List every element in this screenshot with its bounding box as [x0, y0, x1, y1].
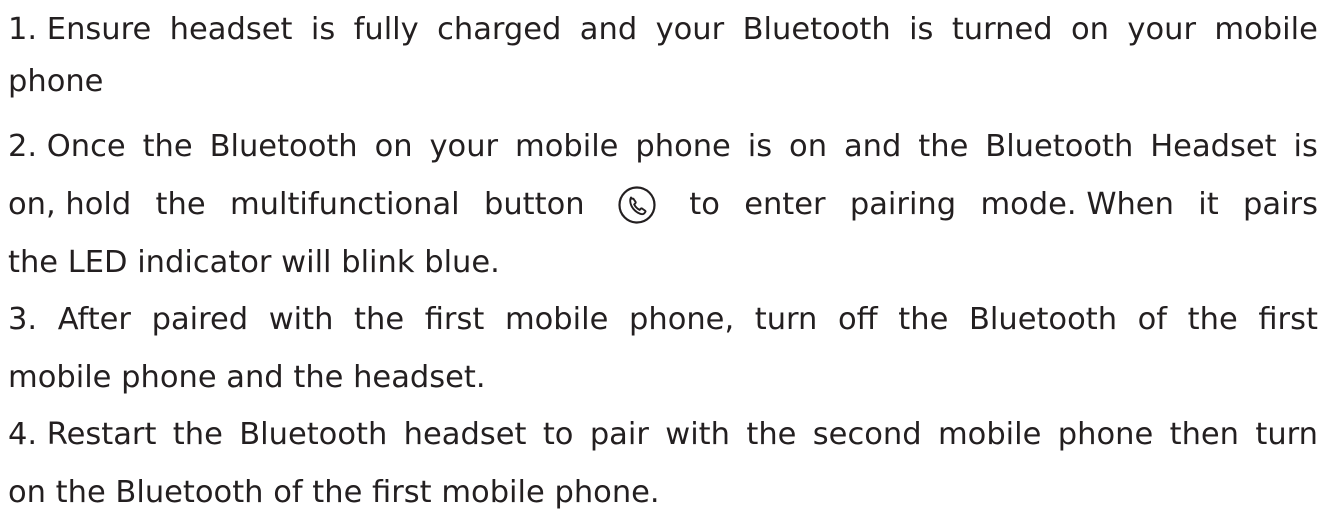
- word: Bluetooth: [239, 417, 388, 452]
- word: Bluetooth: [985, 129, 1134, 164]
- word: turn: [754, 302, 818, 337]
- step2-line3: the LED indicator will blink blue.: [8, 245, 500, 280]
- word: is: [310, 12, 336, 47]
- word: first: [424, 302, 485, 337]
- word: 1. Ensure: [8, 12, 152, 47]
- word: pairs: [1243, 187, 1318, 222]
- word: After: [57, 302, 131, 337]
- word: mobile: [504, 302, 609, 337]
- word: the: [354, 302, 405, 337]
- step2-line1: 2. Once the Bluetooth on your mobile pho…: [8, 124, 1318, 170]
- word: the: [898, 302, 949, 337]
- word: on, hold: [8, 187, 132, 222]
- word: 2. Once: [8, 129, 126, 164]
- word: paired: [151, 302, 249, 337]
- word: to: [542, 417, 574, 452]
- word: enter: [744, 187, 826, 222]
- step2-line2: on, hold the multifunctional button to e…: [8, 182, 1318, 228]
- word: is: [1293, 129, 1318, 164]
- word: the: [155, 187, 206, 222]
- word: on: [789, 129, 828, 164]
- word: on: [374, 129, 413, 164]
- word: and: [579, 12, 638, 47]
- word: the: [142, 129, 193, 164]
- word: Bluetooth: [209, 129, 358, 164]
- word: with: [268, 302, 334, 337]
- word: your: [429, 129, 499, 164]
- word: headset: [169, 12, 293, 47]
- step4-line1: 4. Restart the Bluetooth headset to pair…: [8, 412, 1318, 458]
- word: is: [747, 129, 773, 164]
- word: fully: [353, 12, 419, 47]
- word: 4. Restart: [8, 417, 157, 452]
- word: the: [1187, 302, 1238, 337]
- word: to: [689, 187, 720, 222]
- word: and: [843, 129, 902, 164]
- word: with: [665, 417, 730, 452]
- word: phone: [1057, 417, 1154, 452]
- word: phone: [635, 129, 731, 164]
- word: second: [812, 417, 922, 452]
- word: turned: [951, 12, 1053, 47]
- word: mode. When: [980, 187, 1174, 222]
- word: Headset: [1150, 129, 1277, 164]
- word: headset: [403, 417, 527, 452]
- step1-line2: phone: [8, 64, 104, 99]
- word: the: [918, 129, 969, 164]
- word: button: [483, 187, 585, 222]
- word: the: [746, 417, 797, 452]
- word: mobile: [1214, 12, 1318, 47]
- word: is: [909, 12, 934, 47]
- word: charged: [437, 12, 562, 47]
- word: multifunctional: [229, 187, 460, 222]
- word: then: [1169, 417, 1239, 452]
- word: mobile: [937, 417, 1042, 452]
- word: Bluetooth: [968, 302, 1118, 337]
- step1-line1: 1. Ensure headset is fully charged and y…: [8, 7, 1318, 53]
- word: the: [172, 417, 223, 452]
- step3-line1: 3. After paired with the first mobile ph…: [8, 297, 1318, 343]
- word: your: [1127, 12, 1196, 47]
- word: 3.: [8, 302, 38, 337]
- word: it: [1198, 187, 1219, 222]
- word: phone,: [629, 302, 735, 337]
- word: Bluetooth: [742, 12, 891, 47]
- word: mobile: [515, 129, 619, 164]
- word: on: [1071, 12, 1109, 47]
- word: of: [1137, 302, 1168, 337]
- step3-line2: mobile phone and the headset.: [8, 360, 486, 395]
- word: your: [655, 12, 725, 47]
- word: pair: [589, 417, 649, 452]
- instruction-page: 1. Ensure headset is fully charged and y…: [0, 0, 1333, 510]
- word: off: [838, 302, 878, 337]
- step4-line2: on the Bluetooth of the first mobile pho…: [8, 475, 660, 510]
- word: first: [1258, 302, 1318, 337]
- word: turn: [1255, 417, 1318, 452]
- phone-button-icon: [615, 183, 659, 227]
- word: pairing: [849, 187, 957, 222]
